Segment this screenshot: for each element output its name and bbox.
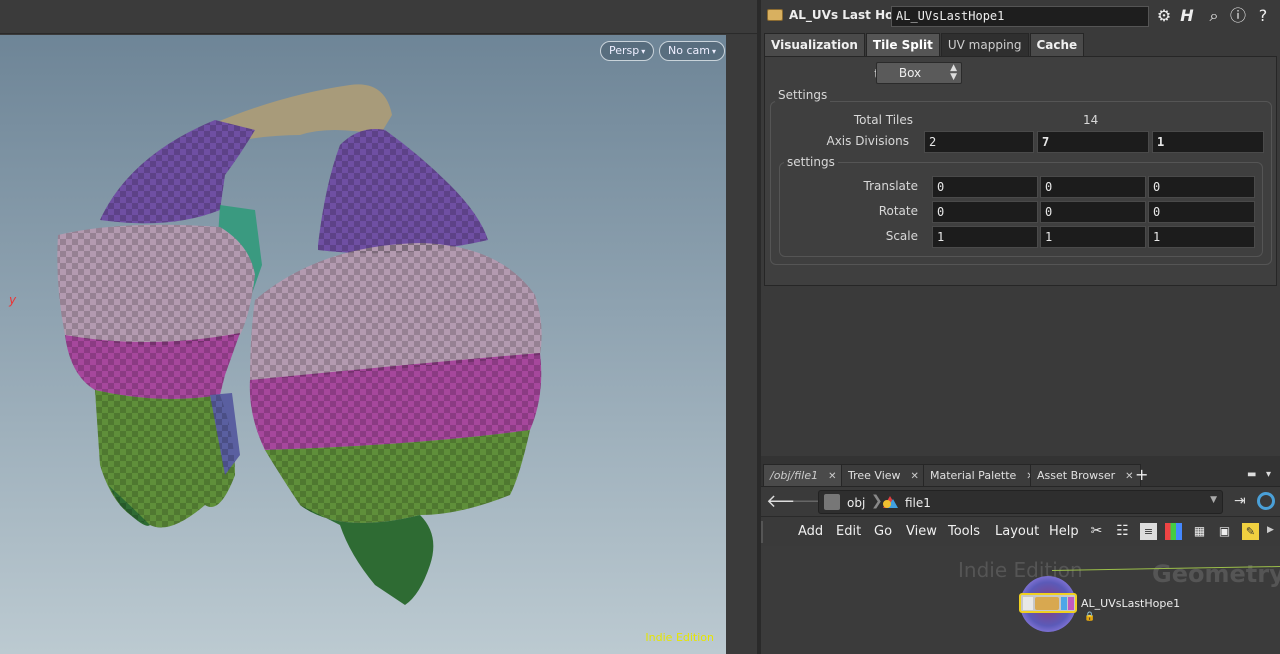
scene-viewport[interactable]: Persp ▾ No cam ▾ y Indie Edition [0,35,726,654]
info-icon[interactable]: ⓘ [1228,6,1248,26]
indie-edition-badge: Indie Edition [645,631,714,644]
menu-edit[interactable]: Edit [836,524,861,539]
close-icon[interactable]: ✕ [911,471,919,482]
pin-icon[interactable]: ⇥ [1234,493,1246,509]
close-icon[interactable]: ✕ [828,471,836,482]
path-dropdown-icon[interactable]: ▼ [1210,495,1217,505]
tab-tile-split[interactable]: Tile Split [865,33,940,56]
geometry-node-icon [883,496,898,508]
bypass-flag[interactable] [1023,597,1033,610]
gear-icon[interactable]: ⚙ [1154,6,1174,26]
tile-split-tab-body: type Box ▲▼ Settings Total Tiles 14 Axis… [764,56,1277,286]
tab-cache[interactable]: Cache [1029,33,1085,56]
breadcrumb-obj[interactable]: obj [847,494,865,512]
translate-z[interactable]: 0 [1148,176,1255,198]
path-breadcrumb[interactable]: obj ❯ file1 ▼ [818,490,1223,514]
tab-uv-mapping[interactable]: UV mapping [940,33,1029,56]
menu-layout[interactable]: Layout [995,524,1039,539]
tab-tree-view[interactable]: Tree View ✕ [841,464,926,486]
scale-z[interactable]: 1 [1148,226,1255,248]
rotate-y[interactable]: 0 [1040,201,1146,223]
camera-select-menu[interactable]: No cam ▾ [659,41,725,61]
breadcrumb-file1[interactable]: file1 [905,494,931,512]
tab-material-palette[interactable]: Material Palette✕ [923,464,1042,486]
network-box-icon[interactable]: ▣ [1216,523,1233,540]
axis-gnomon: y [9,293,17,307]
sticky-note-icon[interactable]: ✎ [1242,523,1259,540]
menu-tools[interactable]: Tools [948,524,980,539]
viewport-toolbar [0,0,757,34]
total-tiles-value: 14 [1083,113,1099,127]
help-icon[interactable]: ? [1253,6,1273,26]
rotate-z[interactable]: 0 [1148,201,1255,223]
pane-menu-icon[interactable]: ▾ [1266,469,1278,480]
parameter-pane: AL_UVs Last Hope AL_UVsLastHope1 ⚙ H ⌕ ⓘ… [761,0,1280,288]
translate-x[interactable]: 0 [932,176,1038,198]
display-flag[interactable] [1061,597,1067,610]
search-icon[interactable]: ⌕ [1204,6,1224,26]
menu-help[interactable]: Help [1049,524,1079,539]
type-select[interactable]: Box ▲ ▼ [876,62,962,84]
tab-asset-browser[interactable]: Asset Browser ✕ [1030,464,1141,486]
menu-go[interactable]: Go [874,524,892,539]
node-name-input[interactable]: AL_UVsLastHope1 [891,6,1149,27]
network-canvas[interactable]: Indie Edition Geometry AL_UVsLastHope1 🔒 [761,546,1280,654]
lock-icon: 🔒 [1084,612,1096,622]
maximize-pane-icon[interactable]: ▬ [1247,469,1259,480]
parameter-pane-empty [761,288,1280,458]
wrench-icon[interactable]: ✂ [1088,523,1105,540]
menu-add[interactable]: Add [798,524,823,539]
template-flag[interactable] [1068,597,1074,610]
hda-node[interactable] [1019,593,1077,613]
houdini-help-icon[interactable]: H [1177,6,1197,26]
translate-y[interactable]: 0 [1040,176,1146,198]
node-icon [1035,597,1059,610]
rock-mesh-render [57,84,542,605]
context-watermark: Geometry [1152,560,1280,588]
axis-divisions-z[interactable]: 1 [1152,131,1264,153]
menu-view[interactable]: View [906,524,937,539]
total-tiles-label: Total Tiles [853,113,913,127]
network-menu-bar: Add Edit Go View Tools Layout Help ✂ ☷ ≡… [761,517,1280,546]
list-view-icon[interactable]: ≡ [1140,523,1157,540]
hda-node-icon [767,9,783,21]
axis-divisions-label: Axis Divisions [826,134,909,148]
camera-persp-menu[interactable]: Persp ▾ [600,41,655,61]
tree-list-icon[interactable]: ☷ [1114,523,1131,540]
network-path-bar: 🡐 🡒 obj ❯ file1 ▼ ⇥ [761,487,1280,517]
tab-obj-file1[interactable]: /obj/file1 ✕ [763,464,844,486]
viewport-side-toolbar [726,35,757,654]
menu-bar-grip [761,521,769,543]
scale-x[interactable]: 1 [932,226,1038,248]
axis-divisions-x[interactable]: 2 [924,131,1034,153]
rotate-label: Rotate [878,204,918,218]
node-name-label: AL_UVsLastHope1 [1081,597,1181,610]
color-palette-icon[interactable] [1165,523,1182,540]
tab-visualization[interactable]: Visualization [764,33,865,56]
settings-title: Settings [775,88,831,102]
scale-label: Scale [885,229,918,243]
scale-y[interactable]: 1 [1040,226,1146,248]
link-ring-icon[interactable] [1257,492,1275,510]
parameter-tabs: Visualization Tile Split UV mapping Cach… [764,33,1085,56]
add-tab-icon[interactable]: + [1135,464,1148,486]
houdini-window: Persp ▾ No cam ▾ y Indie Edition AL_UVs La… [0,0,1280,654]
sub-settings-title: settings [784,155,838,169]
more-tools-icon[interactable]: ▶ [1267,525,1274,535]
rotate-x[interactable]: 0 [932,201,1038,223]
grid-layout-icon[interactable]: ▦ [1191,523,1208,540]
translate-label: Translate [863,179,919,193]
axis-divisions-y[interactable]: 7 [1037,131,1149,153]
obj-context-icon [824,494,840,510]
parameter-header: AL_UVs Last Hope AL_UVsLastHope1 ⚙ H ⌕ ⓘ… [761,0,1280,33]
network-pane-tabs: /obj/file1✕ Tree View✕ Material Palette✕… [761,462,1280,487]
close-icon[interactable]: ✕ [1125,471,1133,482]
